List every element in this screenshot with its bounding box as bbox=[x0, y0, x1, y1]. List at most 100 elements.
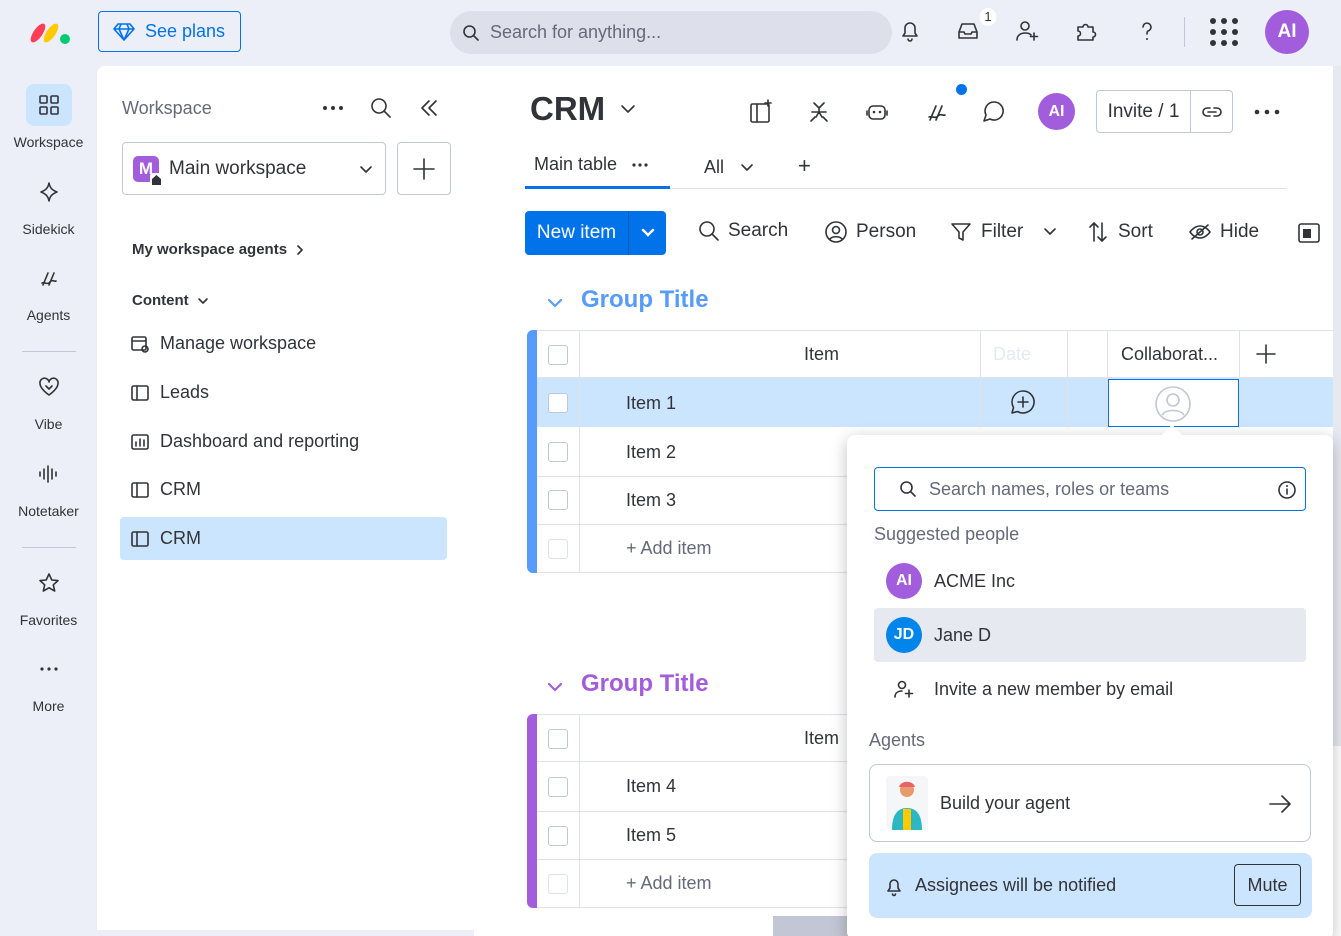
user-avatar[interactable]: AI bbox=[1265, 10, 1309, 54]
row-checkbox[interactable] bbox=[548, 490, 568, 510]
chevron-down-icon[interactable] bbox=[546, 296, 564, 310]
eye-off-icon bbox=[1188, 220, 1212, 244]
select-all-checkbox[interactable] bbox=[548, 345, 568, 365]
search-icon[interactable] bbox=[369, 96, 393, 120]
sidekick-agents-icon[interactable] bbox=[924, 99, 950, 125]
add-item-row[interactable]: + Add item bbox=[626, 538, 712, 559]
copy-link-icon[interactable] bbox=[1191, 91, 1232, 132]
people-search-input[interactable]: Search names, roles or teams bbox=[874, 467, 1306, 511]
rail-item-agents[interactable]: Agents bbox=[0, 257, 97, 323]
item-name[interactable]: Item 1 bbox=[626, 393, 676, 414]
select-all-checkbox[interactable] bbox=[548, 729, 568, 749]
person-option-acme[interactable]: AI ACME Inc bbox=[874, 554, 1306, 608]
rail-divider bbox=[22, 547, 76, 548]
build-agent-label: Build your agent bbox=[940, 792, 1071, 813]
see-plans-button[interactable]: See plans bbox=[98, 11, 241, 52]
column-header-item[interactable]: Item bbox=[804, 344, 839, 365]
diamond-icon bbox=[113, 22, 135, 42]
chevron-down-icon[interactable] bbox=[629, 228, 666, 238]
build-agent-card[interactable]: Build your agent bbox=[869, 764, 1311, 842]
horizontal-scrollbar[interactable] bbox=[773, 916, 853, 936]
item-name[interactable]: Item 5 bbox=[626, 825, 676, 846]
invite-members-icon[interactable] bbox=[1014, 18, 1040, 44]
workspace-options-icon[interactable] bbox=[320, 98, 346, 118]
add-column-icon[interactable] bbox=[1255, 343, 1277, 365]
sort-button[interactable]: Sort bbox=[1086, 220, 1153, 244]
hide-button[interactable]: Hide bbox=[1188, 220, 1259, 244]
nav-item-crm-active[interactable]: CRM bbox=[120, 517, 447, 560]
nav-item-manage-workspace[interactable]: Manage workspace bbox=[120, 322, 447, 365]
chevron-down-icon[interactable] bbox=[546, 680, 564, 694]
content-section-toggle[interactable]: Content bbox=[132, 292, 209, 309]
info-icon[interactable] bbox=[1277, 480, 1297, 500]
new-item-label: New item bbox=[525, 211, 629, 255]
workspace-selector[interactable]: M Main workspace bbox=[122, 142, 386, 195]
rail-item-sidekick[interactable]: Sidekick bbox=[0, 171, 97, 237]
chevron-right-icon bbox=[295, 244, 305, 256]
row-divider bbox=[537, 572, 847, 573]
board-menu-icon[interactable] bbox=[1253, 102, 1281, 122]
row-checkbox[interactable] bbox=[548, 393, 568, 413]
row-checkbox[interactable] bbox=[548, 442, 568, 462]
nav-item-dashboard[interactable]: Dashboard and reporting bbox=[120, 420, 447, 463]
rail-item-vibe[interactable]: Vibe bbox=[0, 366, 97, 432]
new-item-button[interactable]: New item bbox=[525, 211, 666, 255]
rail-item-workspace[interactable]: Workspace bbox=[0, 84, 97, 150]
global-search-input[interactable]: Search for anything... bbox=[450, 11, 892, 54]
inbox-icon[interactable] bbox=[955, 18, 981, 44]
board-owner-avatar[interactable]: AI bbox=[1038, 93, 1075, 130]
column-header-date[interactable]: Date bbox=[993, 344, 1031, 365]
row-checkbox[interactable] bbox=[548, 777, 568, 797]
mute-button[interactable]: Mute bbox=[1234, 864, 1301, 906]
bell-icon[interactable] bbox=[897, 18, 923, 44]
invite-button[interactable]: Invite / 1 bbox=[1097, 91, 1191, 132]
filter-button[interactable]: Filter bbox=[949, 220, 1057, 244]
workspace-agents-link[interactable]: My workspace agents bbox=[132, 241, 305, 258]
rail-item-favorites[interactable]: Favorites bbox=[0, 562, 97, 628]
tab-main-table[interactable]: Main table bbox=[534, 154, 649, 175]
item-name[interactable]: Item 4 bbox=[626, 776, 676, 797]
rail-item-notetaker[interactable]: Notetaker bbox=[0, 453, 97, 519]
item-name[interactable]: Item 2 bbox=[626, 442, 676, 463]
search-icon bbox=[462, 24, 480, 42]
board-icon bbox=[130, 529, 150, 549]
apps-puzzle-icon[interactable] bbox=[1074, 18, 1100, 44]
dashboard-icon bbox=[130, 432, 150, 452]
heart-icon bbox=[26, 366, 72, 408]
column-header-collaborators[interactable]: Collaborat... bbox=[1121, 344, 1218, 365]
monday-logo[interactable] bbox=[30, 18, 72, 46]
board-title[interactable]: CRM bbox=[530, 90, 637, 128]
app-switcher-icon[interactable] bbox=[1209, 17, 1239, 47]
invite-member-icon bbox=[886, 678, 922, 700]
item-name[interactable]: Item 3 bbox=[626, 490, 676, 511]
chevron-down-icon[interactable] bbox=[1043, 227, 1057, 237]
person-option-jane[interactable]: JD Jane D bbox=[874, 608, 1306, 662]
rail-item-more[interactable]: More bbox=[0, 648, 97, 714]
add-to-workspace-button[interactable] bbox=[397, 142, 451, 195]
add-widget-icon[interactable] bbox=[748, 99, 774, 125]
automate-robot-icon[interactable] bbox=[864, 99, 890, 125]
search-button[interactable]: Search bbox=[698, 220, 788, 242]
add-update-icon[interactable] bbox=[1010, 389, 1036, 415]
vertical-scrollbar[interactable] bbox=[1333, 66, 1341, 746]
updates-chat-icon[interactable] bbox=[981, 99, 1007, 125]
nav-item-leads[interactable]: Leads bbox=[120, 371, 447, 414]
rail-label: Notetaker bbox=[18, 503, 79, 519]
invite-by-email-option[interactable]: Invite a new member by email bbox=[874, 662, 1306, 716]
tab-all[interactable]: All bbox=[704, 157, 754, 178]
group-by-icon[interactable] bbox=[1297, 221, 1321, 245]
help-icon[interactable] bbox=[1134, 18, 1160, 44]
column-header-item[interactable]: Item bbox=[804, 728, 839, 749]
row-checkbox[interactable] bbox=[548, 826, 568, 846]
group-title[interactable]: Group Title bbox=[581, 286, 709, 314]
add-view-button[interactable]: + bbox=[798, 153, 811, 179]
waveform-icon bbox=[26, 453, 72, 495]
add-item-row[interactable]: + Add item bbox=[626, 873, 712, 894]
collapse-panel-icon[interactable] bbox=[417, 96, 441, 120]
nav-item-crm[interactable]: CRM bbox=[120, 468, 447, 511]
person-filter-button[interactable]: Person bbox=[824, 220, 916, 244]
integrate-icon[interactable] bbox=[806, 99, 832, 125]
tab-options-icon[interactable] bbox=[631, 160, 649, 170]
arrow-right-icon bbox=[1268, 793, 1292, 815]
group-title[interactable]: Group Title bbox=[581, 670, 709, 698]
